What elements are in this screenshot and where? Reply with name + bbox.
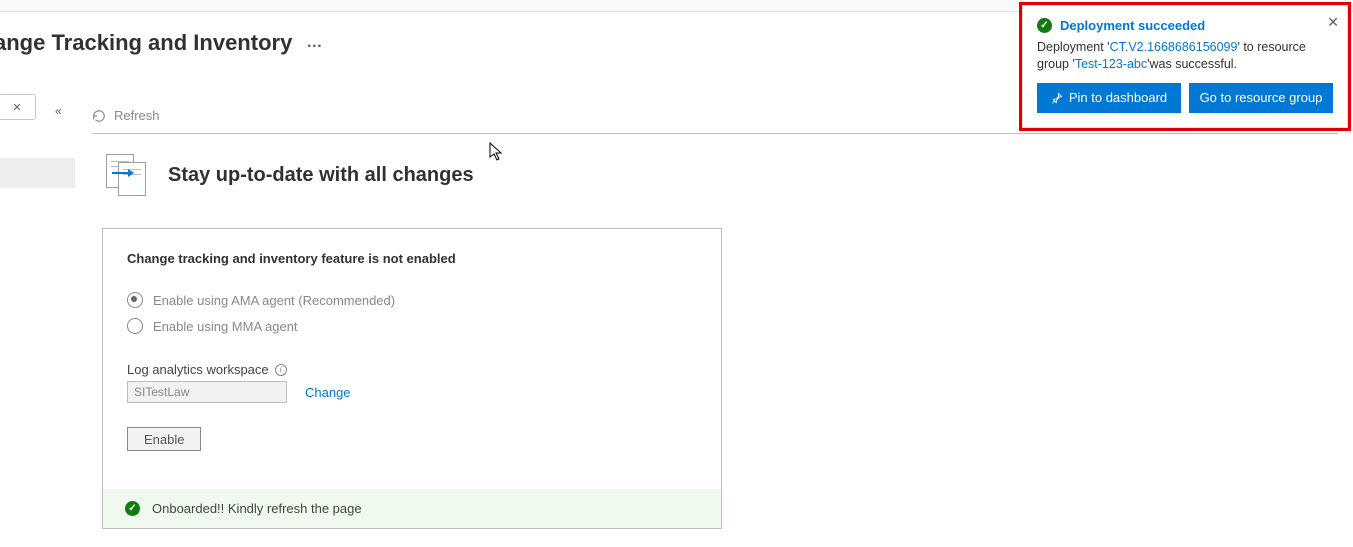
radio-icon <box>127 292 143 308</box>
toast-title-row: ✓ Deployment succeeded <box>1037 18 1333 33</box>
refresh-icon <box>92 109 106 123</box>
page-title-text: ange Tracking and Inventory <box>0 30 292 56</box>
radio-ama[interactable]: Enable using AMA agent (Recommended) <box>127 292 697 308</box>
enable-button[interactable]: Enable <box>127 427 201 451</box>
deployment-toast: ✓ Deployment succeeded ✕ Deployment 'CT.… <box>1022 5 1348 128</box>
radio-icon <box>127 318 143 334</box>
side-panel-stub: ✕ <box>0 94 75 120</box>
ellipsis-icon[interactable]: … <box>306 34 324 52</box>
goto-resource-group-button[interactable]: Go to resource group <box>1189 83 1333 113</box>
close-button[interactable]: ✕ <box>0 94 36 120</box>
hero-row: Stay up-to-date with all changes <box>106 154 1338 196</box>
success-check-icon: ✓ <box>1037 18 1052 33</box>
workspace-label-row: Log analytics workspace i <box>127 362 697 377</box>
goto-button-label: Go to resource group <box>1200 90 1323 105</box>
change-link[interactable]: Change <box>305 385 351 400</box>
toast-highlight-box: ✓ Deployment succeeded ✕ Deployment 'CT.… <box>1019 2 1351 131</box>
success-check-icon: ✓ <box>125 501 140 516</box>
pin-button-label: Pin to dashboard <box>1069 90 1167 105</box>
resource-group-link[interactable]: Test-123-abc <box>1075 57 1147 71</box>
pin-to-dashboard-button[interactable]: Pin to dashboard <box>1037 83 1181 113</box>
radio-label: Enable using MMA agent <box>153 319 298 334</box>
change-tracking-icon <box>106 154 150 196</box>
collapse-chevron-icon[interactable]: « <box>55 104 62 118</box>
toolbar-divider <box>92 133 1338 134</box>
radio-label: Enable using AMA agent (Recommended) <box>153 293 395 308</box>
card-heading: Change tracking and inventory feature is… <box>127 251 697 266</box>
hero-title: Stay up-to-date with all changes <box>168 164 474 187</box>
status-message: Onboarded!! Kindly refresh the page <box>152 501 362 516</box>
toast-text: Deployment ' <box>1037 40 1110 54</box>
toast-title[interactable]: Deployment succeeded <box>1060 18 1205 33</box>
workspace-input[interactable] <box>127 381 287 403</box>
refresh-label: Refresh <box>114 108 160 123</box>
toast-text: 'was successful. <box>1147 57 1237 71</box>
pin-icon <box>1051 92 1063 104</box>
close-icon[interactable]: ✕ <box>1327 14 1339 31</box>
toast-body: Deployment 'CT.V2.1668686156099' to reso… <box>1037 39 1333 73</box>
info-icon[interactable]: i <box>275 364 287 376</box>
radio-mma[interactable]: Enable using MMA agent <box>127 318 697 334</box>
workspace-input-row: Change <box>127 381 697 403</box>
toast-buttons: Pin to dashboard Go to resource group <box>1037 83 1333 113</box>
enable-card: Change tracking and inventory feature is… <box>102 228 722 529</box>
status-bar: ✓ Onboarded!! Kindly refresh the page <box>103 489 721 528</box>
deployment-link[interactable]: CT.V2.1668686156099 <box>1110 40 1238 54</box>
workspace-label: Log analytics workspace <box>127 362 269 377</box>
main-content: Refresh Stay up-to-date with all changes… <box>92 108 1338 547</box>
sidebar-selected-row[interactable] <box>0 158 75 188</box>
